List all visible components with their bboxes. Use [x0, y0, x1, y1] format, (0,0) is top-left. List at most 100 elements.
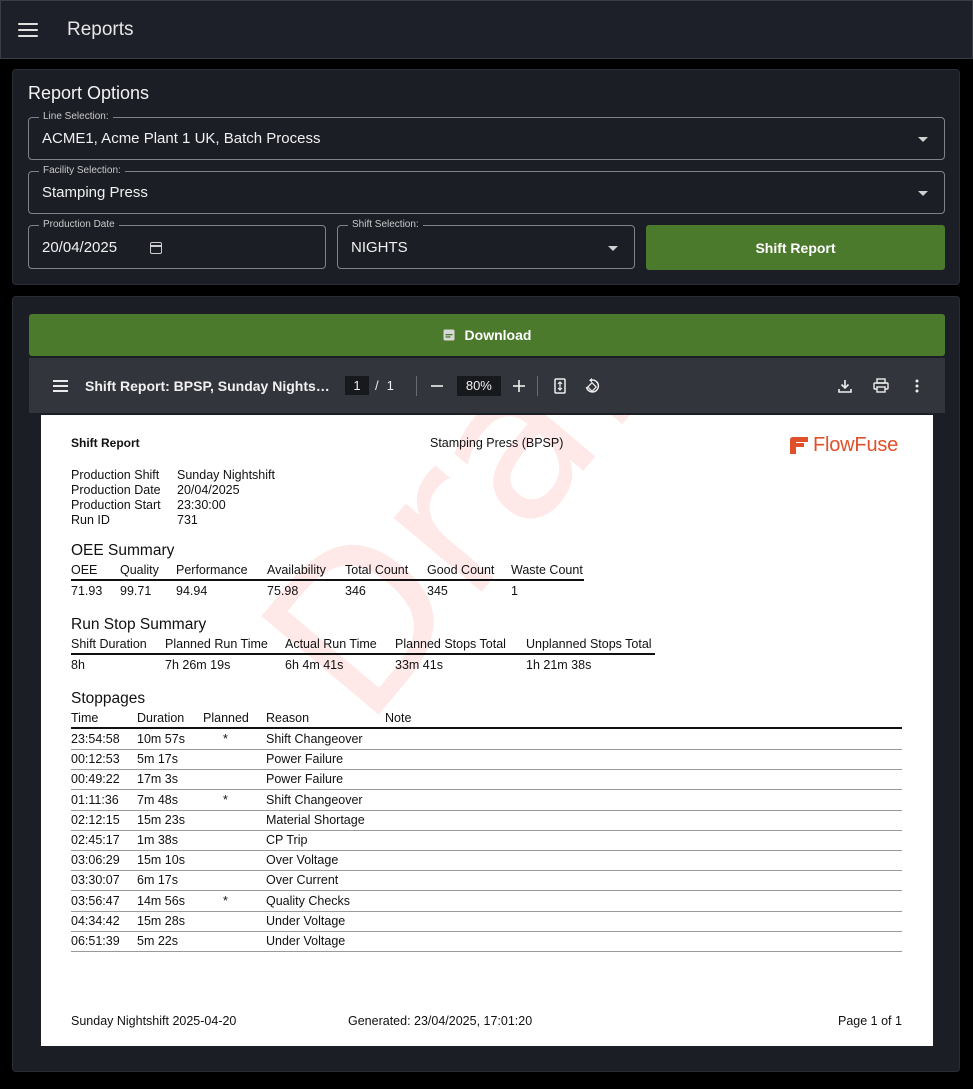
- download-button[interactable]: Download: [29, 314, 945, 356]
- report-header-title: Shift Report: [71, 436, 140, 450]
- stoppage-cell-time: 06:51:39: [71, 934, 120, 948]
- oee-header: Performance: [176, 563, 248, 577]
- fit-page-icon[interactable]: [548, 374, 572, 398]
- rotate-icon[interactable]: [580, 374, 604, 398]
- toolbar-divider: [415, 375, 417, 396]
- stoppages-header: Reason: [266, 711, 310, 725]
- info-value: Sunday Nightshift: [177, 468, 275, 482]
- zoom-level-input[interactable]: 80%: [456, 375, 501, 396]
- zoom-in-icon[interactable]: [507, 374, 531, 398]
- stoppage-cell-reason: Shift Changeover: [266, 732, 363, 746]
- info-value: 23:30:00: [177, 498, 226, 512]
- line-selection-value: ACME1, Acme Plant 1 UK, Batch Process: [42, 130, 321, 147]
- download-icon[interactable]: [833, 374, 857, 398]
- stoppage-cell-duration: 10m 57s: [137, 732, 185, 746]
- runstop-header: Planned Stops Total: [395, 637, 506, 651]
- report-footer-right: Page 1 of 1: [838, 1014, 902, 1028]
- page-separator: /: [375, 378, 379, 393]
- production-date-input[interactable]: Production Date 20/04/2025: [28, 219, 326, 269]
- stoppage-cell-time: 00:12:53: [71, 752, 120, 767]
- page-title: Reports: [67, 18, 134, 40]
- hamburger-menu-icon[interactable]: [18, 22, 38, 38]
- stoppages-header: Planned: [203, 711, 249, 725]
- print-icon[interactable]: [869, 374, 893, 398]
- stoppage-cell-time: 00:49:22: [71, 772, 120, 787]
- report-footer-center: Generated: 23/04/2025, 17:01:20: [348, 1014, 533, 1028]
- production-date-value: 20/04/2025: [42, 239, 118, 256]
- page-number-input[interactable]: 1: [345, 376, 369, 395]
- stoppages-header: Time: [71, 711, 99, 725]
- stoppage-cell-time: 02:45:17: [71, 833, 120, 847]
- oee-value: 99.71: [120, 584, 152, 598]
- shift-selection-label: Shift Selection:: [348, 219, 423, 231]
- pdf-sidebar-menu-icon[interactable]: [53, 379, 68, 392]
- table-row-divider: [71, 749, 902, 750]
- report-options-title: Report Options: [28, 83, 150, 103]
- table-row-divider: [71, 769, 902, 771]
- runstop-value: 7h 26m 19s: [165, 658, 231, 672]
- info-label: Production Start: [71, 498, 161, 512]
- oee-header: Good Count: [427, 563, 495, 577]
- stoppage-cell-duration: 1m 38s: [137, 833, 178, 847]
- stoppage-cell-duration: 17m 3s: [137, 772, 178, 787]
- info-labels: Production Shift Production Date Product…: [71, 468, 161, 528]
- stoppage-cell-reason: Under Voltage: [266, 934, 346, 948]
- report-options-card: Report Options Line Selection: ACME1, Ac…: [12, 69, 960, 285]
- report-footer-left: Sunday Nightshift 2025-04-20: [71, 1014, 237, 1028]
- stoppage-cell-reason: Power Failure: [266, 752, 344, 767]
- info-label: Production Date: [71, 483, 161, 497]
- stoppage-cell-time: 01:11:36: [71, 792, 119, 807]
- stoppage-cell-time: 02:12:15: [71, 812, 120, 827]
- oee-header-rule: [71, 579, 584, 581]
- oee-summary-title: OEE Summary: [71, 542, 175, 559]
- oee-value: 94.94: [176, 584, 208, 598]
- table-row-divider: [71, 870, 902, 872]
- runstop-header: Shift Duration: [71, 637, 147, 651]
- oee-header: Availability: [267, 563, 326, 577]
- table-row-divider: [71, 951, 902, 952]
- info-label: Run ID: [71, 513, 110, 527]
- report-header-facility: Stamping Press (BPSP): [430, 436, 564, 450]
- stoppages-title: Stoppages: [71, 690, 146, 707]
- runstop-value: 8h: [71, 658, 85, 672]
- shift-report-button[interactable]: Shift Report: [646, 225, 945, 270]
- line-selection-label: Line Selection:: [39, 111, 113, 123]
- table-row-divider: [71, 850, 902, 851]
- stoppage-cell-duration: 5m 17s: [137, 752, 178, 767]
- oee-value: 346: [345, 584, 366, 598]
- stoppages-header-rule: [71, 727, 902, 729]
- zoom-out-icon[interactable]: [425, 374, 449, 398]
- pdf-document-title: Shift Report: BPSP, Sunday Nightshi...: [85, 377, 330, 394]
- info-label: Production Shift: [71, 468, 160, 482]
- stoppage-cell-duration: 15m 23s: [137, 812, 185, 827]
- stoppage-cell-reason: Quality Checks: [266, 893, 351, 908]
- table-row-divider: [71, 930, 902, 932]
- stoppage-cell-time: 03:56:47: [71, 893, 120, 908]
- info-value: 731: [177, 513, 198, 527]
- oee-header: Total Count: [345, 563, 409, 577]
- facility-selection-dropdown[interactable]: Facility Selection: Stamping Press: [28, 165, 945, 214]
- stoppage-cell-time: 23:54:58: [71, 732, 120, 746]
- runstop-header: Unplanned Stops Total: [526, 637, 652, 651]
- app-header: Reports: [0, 0, 973, 59]
- flowfuse-logo-text: FlowFuse: [813, 434, 899, 456]
- flowfuse-logo: FlowFuse: [789, 434, 898, 457]
- line-selection-dropdown[interactable]: Line Selection: ACME1, Acme Plant 1 UK, …: [28, 111, 945, 160]
- flowfuse-logo-icon: [790, 437, 808, 454]
- stoppage-cell-duration: 6m 17s: [137, 873, 178, 888]
- toolbar-divider: [536, 375, 538, 396]
- oee-header: Waste Count: [511, 563, 583, 577]
- stoppage-cell-planned: *: [223, 792, 228, 807]
- shift-selection-dropdown[interactable]: Shift Selection: NIGHTS: [337, 219, 635, 269]
- pdf-file-icon: [443, 329, 455, 341]
- stoppage-cell-duration: 7m 48s: [137, 792, 178, 807]
- calendar-icon[interactable]: [150, 242, 162, 254]
- table-row-divider: [71, 910, 902, 912]
- stoppage-cell-reason: Under Voltage: [266, 913, 346, 928]
- more-options-icon[interactable]: [905, 374, 929, 398]
- stoppage-cell-duration: 15m 28s: [137, 913, 185, 928]
- table-row-divider: [71, 890, 902, 892]
- stoppages-header: Duration: [137, 711, 185, 725]
- runstop-value: 1h 21m 38s: [526, 658, 592, 672]
- chevron-down-icon: [918, 191, 928, 196]
